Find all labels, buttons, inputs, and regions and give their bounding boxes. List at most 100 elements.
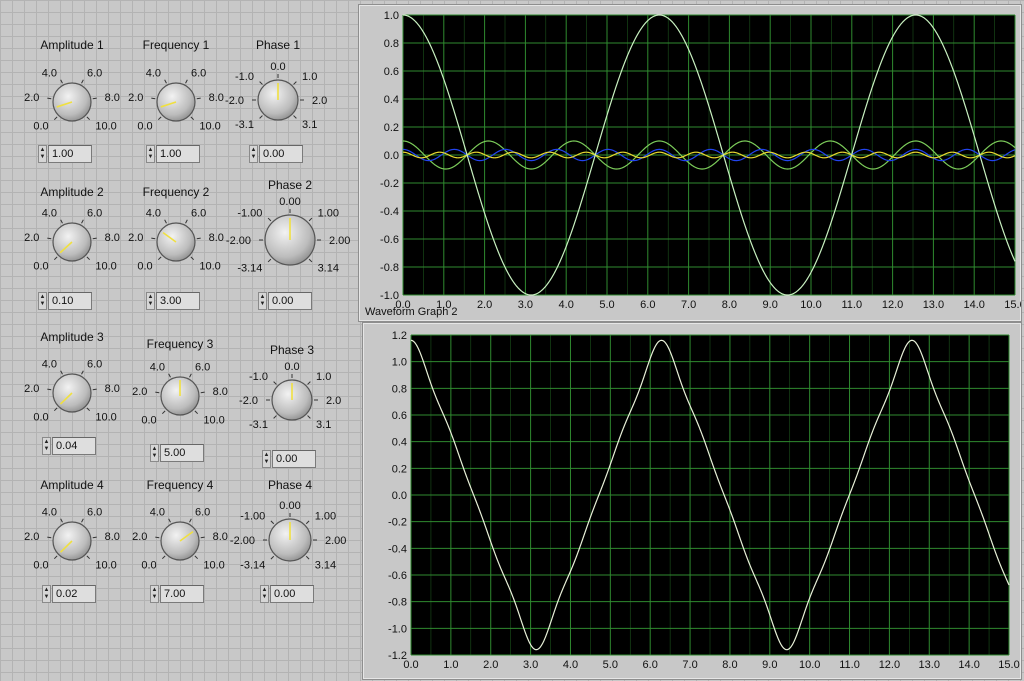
- y-tick-label: 1.0: [384, 10, 399, 22]
- spin-arrows-icon[interactable]: ▲ ▼: [42, 437, 51, 455]
- spin-arrows-icon[interactable]: ▲ ▼: [38, 145, 47, 163]
- amp2-knob[interactable]: 0.02.04.0 6.08.010.0: [12, 182, 132, 302]
- y-tick-label: -0.8: [388, 597, 407, 609]
- knob-tick: [92, 97, 97, 100]
- knob-tick: [81, 518, 84, 523]
- waveform-graph-2-plot[interactable]: 0.0 1.0 2.0 3.0 4.0 5.0 6.0 7.0 8.0 9.0 10.0 11.0 12…: [363, 323, 1021, 679]
- freq3-knob[interactable]: 0.0 2.04.0 6.08.0 10.0: [120, 336, 240, 456]
- phase4-value-field[interactable]: 0.00: [270, 585, 314, 603]
- knob-tick: [307, 381, 311, 385]
- knob-tick-label: -3.14: [237, 263, 262, 275]
- knob-tick: [270, 520, 275, 525]
- knob-tick-label: -2.0: [225, 95, 244, 107]
- phase2-knob[interactable]: -3.14 -2.00 -1.00 0.00 1.00 2.00 3.14: [226, 180, 351, 300]
- freq4-value-field[interactable]: 7.00: [160, 585, 204, 603]
- x-tick-label: 10.0: [800, 299, 821, 311]
- x-tick-label: 8.0: [722, 659, 737, 671]
- knob-tick: [185, 219, 188, 224]
- knob-tick-label: 6.0: [87, 359, 102, 371]
- spin-arrows-icon[interactable]: ▲ ▼: [262, 450, 271, 468]
- knob-tick-label: 3.14: [315, 560, 336, 572]
- knob-tick-label: 3.1: [316, 419, 331, 431]
- x-tick-label: 3.0: [518, 299, 533, 311]
- knob-tick: [273, 415, 277, 419]
- knob-tick: [168, 518, 171, 523]
- amp3-value-field[interactable]: 0.04: [52, 437, 96, 455]
- y-tick-label: 0.8: [392, 383, 407, 395]
- phase3-knob[interactable]: -3.1 -2.0 -1.0 0.0 1.0 2.0 3.1: [232, 340, 352, 460]
- knob-tick: [196, 237, 201, 240]
- knob-tick: [81, 370, 84, 375]
- amp2-value-field[interactable]: 0.10: [48, 292, 92, 310]
- knob-tick: [157, 256, 162, 261]
- knob-tick-label: 2.0: [24, 531, 39, 543]
- knob-tick-label: 1.0: [302, 71, 317, 83]
- knob-tick: [259, 115, 263, 119]
- y-tick-label: 0.4: [384, 94, 399, 106]
- phase1-knob[interactable]: -3.1 -2.0 -1.0 0.0 1.0 2.0 3.1: [218, 40, 338, 160]
- y-tick-label: -0.4: [380, 206, 399, 218]
- spin-arrows-icon[interactable]: ▲ ▼: [42, 585, 51, 603]
- spin-arrows-icon[interactable]: ▲ ▼: [258, 292, 267, 310]
- knob-tick: [189, 518, 192, 523]
- knob-tick-label: 0.0: [33, 559, 48, 571]
- knob-tick-label: 0.0: [137, 120, 152, 132]
- phase3-value-field[interactable]: 0.00: [272, 450, 316, 468]
- freq4-numeric: ▲ ▼ 7.00: [150, 585, 204, 603]
- freq4-knob[interactable]: 0.0 2.04.0 6.08.0 10.0: [120, 481, 240, 601]
- knob-tick-label: 0.0: [33, 411, 48, 423]
- knob-tick: [305, 520, 310, 525]
- knob-tick: [47, 388, 52, 391]
- knob-tick: [60, 219, 63, 224]
- waveform-graph-1: 0.0 1.0 2.0 3.0 4.0 5.0 6.0 7.0 8.0 9.0 10.0 11.0 12…: [358, 4, 1022, 322]
- knob-tick-label: 4.0: [42, 68, 57, 80]
- spin-arrows-icon[interactable]: ▲ ▼: [150, 585, 159, 603]
- phase1-value-field[interactable]: 0.00: [259, 145, 303, 163]
- knob-tick-label: 4.0: [146, 208, 161, 220]
- knob-tick-label: 2.00: [325, 535, 346, 547]
- knob-tick-label: 6.0: [87, 208, 102, 220]
- phase4-knob[interactable]: -3.14 -2.00 -1.00 0.00 1.00 2.00 3.14: [230, 480, 350, 600]
- x-tick-label: 12.0: [882, 299, 903, 311]
- freq2-value-field[interactable]: 3.00: [156, 292, 200, 310]
- amp1-knob[interactable]: 0.02.04.0 6.08.010.0: [12, 42, 132, 162]
- amp1-value-field[interactable]: 1.00: [48, 145, 92, 163]
- knob-tick: [190, 256, 195, 261]
- amp4-value-field[interactable]: 0.02: [52, 585, 96, 603]
- x-tick-label: 4.0: [563, 659, 578, 671]
- spin-arrows-icon[interactable]: ▲ ▼: [146, 292, 155, 310]
- amp2-numeric: ▲ ▼ 0.10: [38, 292, 92, 310]
- spin-arrows-icon[interactable]: ▲ ▼: [146, 145, 155, 163]
- knob-tick: [196, 97, 201, 100]
- spin-arrows-icon[interactable]: ▲ ▼: [150, 444, 159, 462]
- phase2-value-field[interactable]: 0.00: [268, 292, 312, 310]
- knob-tick: [200, 391, 205, 394]
- knob-tick: [86, 555, 91, 560]
- y-tick-label: 0.2: [384, 122, 399, 134]
- x-tick-label: 15.0: [998, 659, 1019, 671]
- spin-arrows-icon[interactable]: ▲ ▼: [260, 585, 269, 603]
- knob-tick: [151, 237, 156, 240]
- knob-tick-label: 0.0: [137, 260, 152, 272]
- y-tick-label: -1.0: [388, 623, 407, 635]
- knob-tick-label: 2.00: [329, 235, 350, 247]
- knob-tick-label: 8.0: [105, 531, 120, 543]
- amp4-knob[interactable]: 0.0 2.04.0 6.08.0 10.0: [12, 481, 132, 601]
- knob-tick-label: 4.0: [42, 208, 57, 220]
- knob-tick: [157, 116, 162, 121]
- knob-tick: [86, 256, 91, 261]
- knob-tick-label: 0.0: [270, 61, 285, 73]
- freq3-value-field[interactable]: 5.00: [160, 444, 204, 462]
- knob-tick: [164, 219, 167, 224]
- y-tick-label: 1.2: [392, 330, 407, 342]
- knob-tick: [60, 370, 63, 375]
- spin-arrows-icon[interactable]: ▲ ▼: [249, 145, 258, 163]
- knob-tick-label: 2.0: [24, 232, 39, 244]
- freq1-value-field[interactable]: 1.00: [156, 145, 200, 163]
- spin-arrows-icon[interactable]: ▲ ▼: [38, 292, 47, 310]
- knob-tick: [92, 388, 97, 391]
- amp3-knob[interactable]: 0.0 2.04.0 6.08.0 10.0: [12, 333, 132, 453]
- freq2-knob[interactable]: 0.0 2.04.0 6.08.0 10.0: [116, 182, 236, 302]
- knob-tick-label: -1.0: [249, 371, 268, 383]
- waveform-graph-1-plot[interactable]: 0.0 1.0 2.0 3.0 4.0 5.0 6.0 7.0 8.0 9.0 10.0 11.0 12…: [359, 5, 1021, 321]
